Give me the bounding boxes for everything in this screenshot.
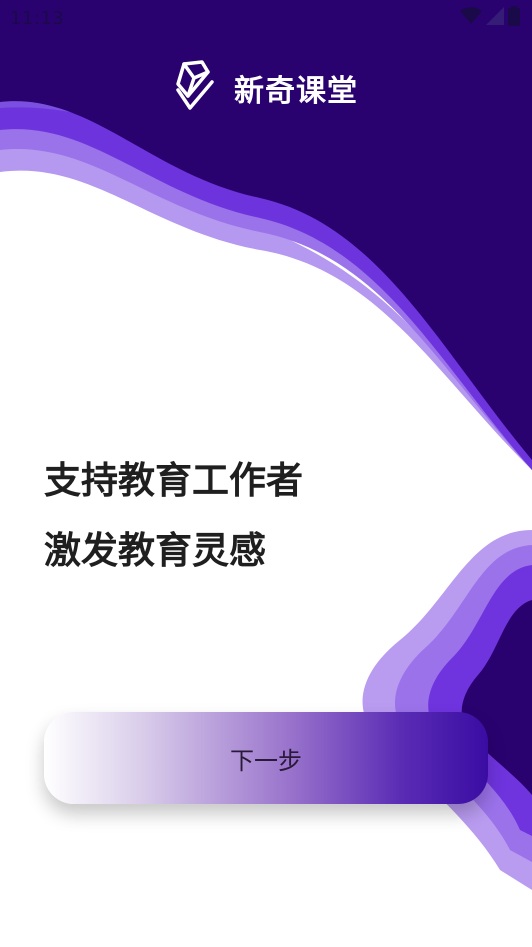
headline: 支持教育工作者 激发教育灵感 (44, 446, 303, 586)
status-icons (460, 6, 520, 30)
battery-icon (508, 6, 520, 30)
app-header: 新奇课堂 (0, 60, 532, 116)
book-stack-logo-icon (174, 60, 216, 116)
app-title: 新奇课堂 (234, 74, 358, 109)
signal-icon (486, 7, 504, 29)
status-bar: 11:13 (0, 0, 532, 36)
next-button-label: 下一步 (230, 746, 302, 775)
headline-line-1: 支持教育工作者 (44, 459, 303, 502)
headline-line-2: 激发教育灵感 (44, 529, 266, 572)
wifi-icon (460, 7, 482, 29)
status-time: 11:13 (10, 7, 65, 29)
next-button[interactable]: 下一步 (44, 712, 488, 804)
